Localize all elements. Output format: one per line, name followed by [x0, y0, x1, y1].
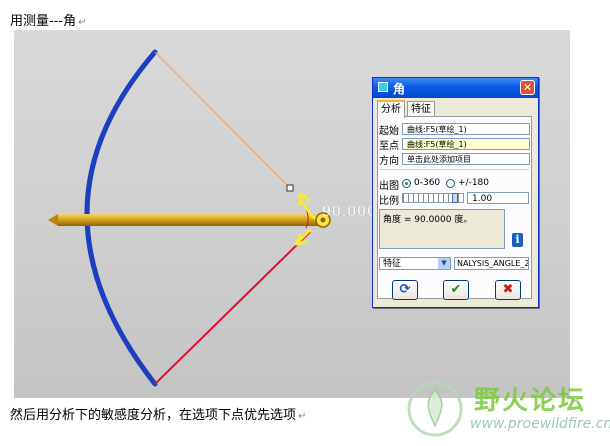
upper-measure-line [154, 51, 291, 189]
output-label: 出图 [379, 181, 399, 192]
feature-name-field[interactable]: NALYSIS_ANGLE_2 [454, 257, 529, 270]
close-icon[interactable]: ✕ [520, 80, 535, 95]
doc-instruction-text: 然后用分析下的敏感度分析，在选项下点优先选项 [10, 408, 297, 423]
flame-logo-icon [407, 381, 463, 437]
start-field[interactable]: 曲线:F5(草绘_1) [402, 123, 530, 135]
ratio-slider[interactable] [402, 193, 464, 203]
result-box: 角度 = 90.0000 度。 [379, 209, 505, 249]
direction-field[interactable]: 单击此处添加项目 [402, 153, 530, 165]
arrow-shaft [58, 214, 320, 226]
ratio-label: 比例 [379, 196, 399, 207]
end-label: 至点 [379, 141, 399, 152]
checkmark-icon: ✔ [450, 282, 462, 297]
dialog-app-icon [378, 82, 388, 92]
doc-heading-text: 用测量---角 [10, 14, 77, 29]
cancel-icon: ✖ [502, 282, 514, 297]
result-text: 角度 = 90.0000 度。 [383, 215, 473, 225]
lower-measure-line [154, 231, 311, 385]
paragraph-mark-icon: ↵ [78, 17, 87, 28]
slider-knob[interactable] [452, 193, 458, 203]
end-field[interactable]: 曲线:F5(草绘_1) [402, 138, 530, 150]
radio-pm-180-label: +/-180 [458, 178, 489, 188]
vertex-handle[interactable] [286, 184, 294, 192]
ok-button[interactable]: ✔ [443, 280, 469, 300]
dialog-titlebar[interactable]: 角 ✕ [373, 78, 538, 98]
radio-0-360[interactable] [402, 179, 411, 188]
repeat-icon: ⟳ [399, 282, 411, 297]
feature-type-select[interactable]: 特征 ▼ [379, 257, 451, 270]
info-icon[interactable]: i [512, 233, 523, 247]
chevron-down-icon[interactable]: ▼ [438, 258, 450, 269]
ratio-field[interactable]: 1.00 [467, 192, 529, 204]
tab-feature[interactable]: 特征 [407, 101, 435, 117]
dialog-title: 角 [393, 82, 406, 96]
paragraph-mark-icon: ↵ [298, 411, 307, 422]
angle-dialog: 角 ✕ 分析 特征 起始 曲线:F5(草绘_1) 至点 曲线:F5(草绘_1) … [372, 77, 539, 308]
tab-analysis[interactable]: 分析 [377, 100, 405, 118]
arrow-tip [48, 214, 58, 226]
radio-0-360-label: 0-360 [414, 178, 441, 188]
direction-label: 方向 [379, 156, 399, 167]
repeat-button[interactable]: ⟳ [392, 280, 418, 300]
radio-pm-180[interactable] [446, 179, 455, 188]
feature-type-value: 特征 [383, 259, 402, 269]
start-label: 起始 [379, 126, 399, 137]
watermark-name: 野火论坛 [474, 386, 587, 416]
watermark-url: www.proewildfire.cn [470, 416, 610, 432]
cancel-button[interactable]: ✖ [495, 280, 521, 300]
forum-watermark: 野火论坛 www.proewildfire.cn [400, 378, 610, 446]
divider [379, 169, 529, 170]
doc-instruction-line: 然后用分析下的敏感度分析，在选项下点优先选项 ↵ [10, 404, 306, 423]
doc-heading-line: 用测量---角 ↵ [10, 10, 86, 29]
